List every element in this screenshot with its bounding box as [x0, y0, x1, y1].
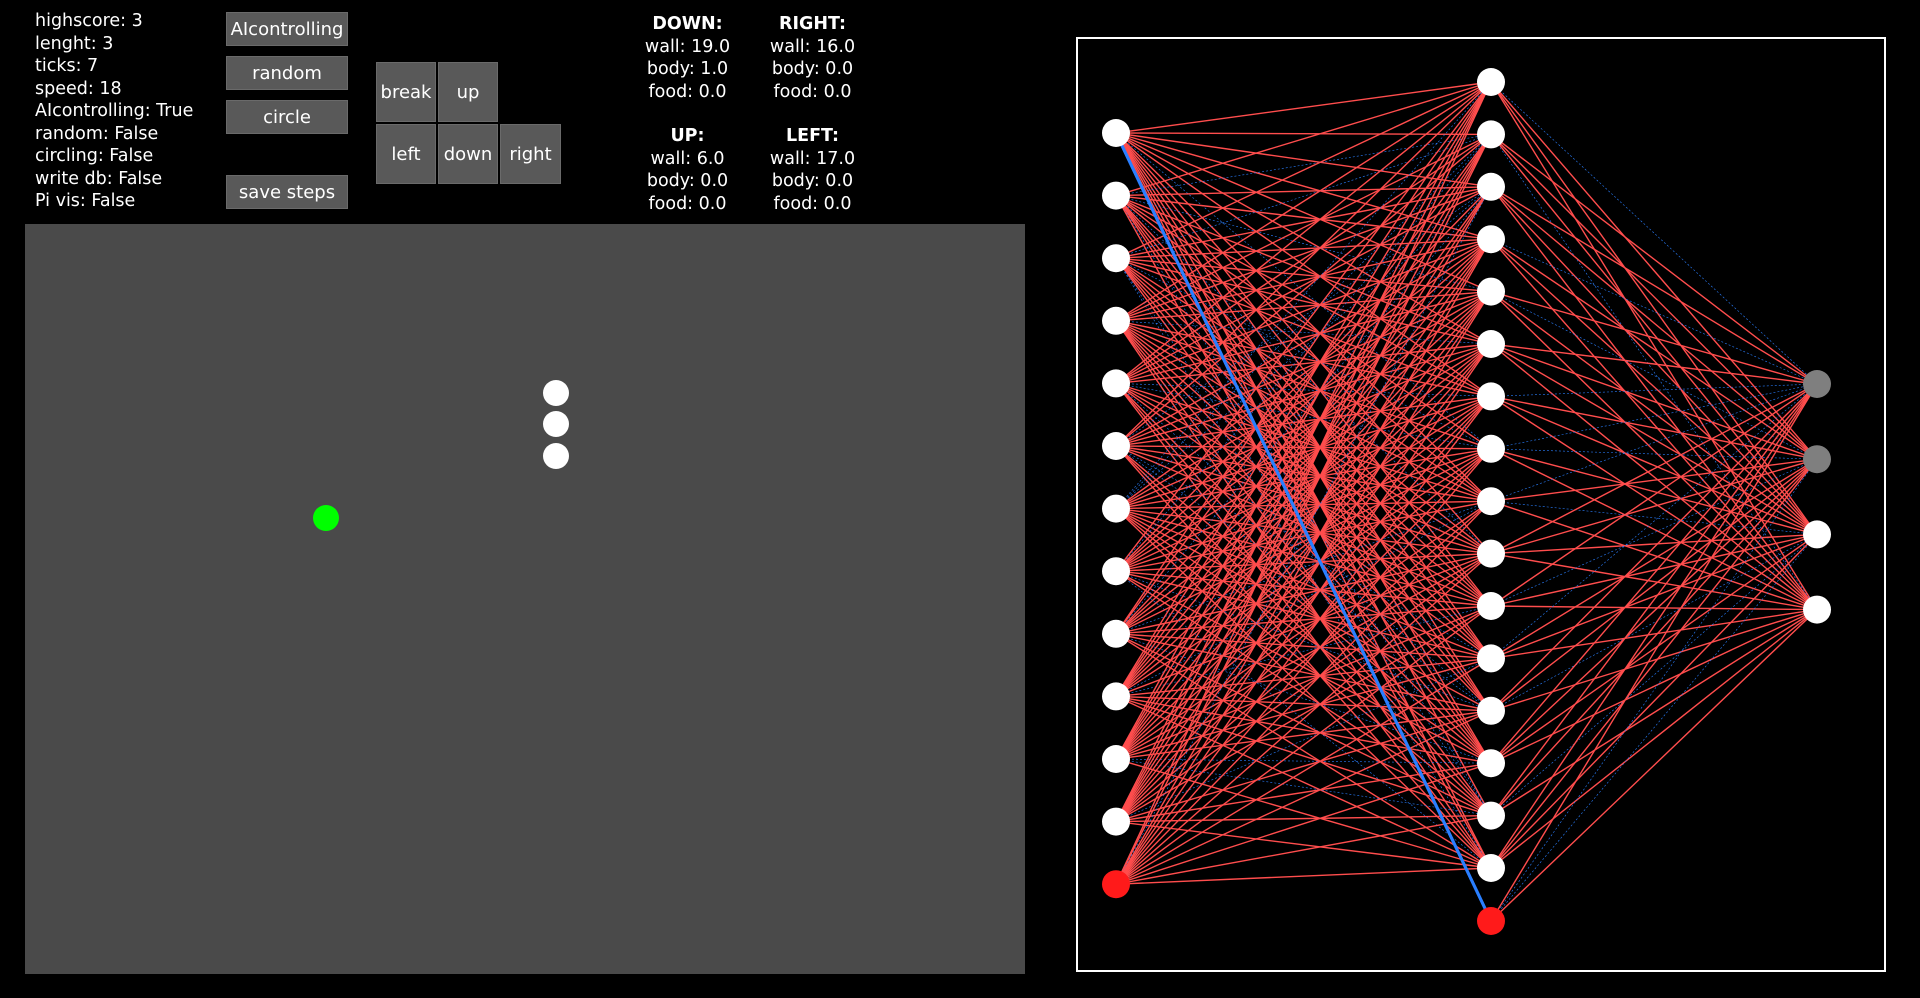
neuron — [1102, 244, 1130, 273]
positive-weight-edge — [1115, 81, 1492, 134]
positive-weight-edge — [1490, 383, 1818, 922]
neuron — [1477, 382, 1505, 411]
neuron — [1102, 682, 1130, 711]
negative-weight-edge — [1490, 534, 1818, 712]
positive-weight-edge — [1490, 238, 1818, 535]
positive-weight-edge — [1115, 132, 1492, 240]
neuron — [1477, 696, 1505, 725]
neuron — [1477, 749, 1505, 778]
positive-weight-edge — [1490, 383, 1818, 712]
neuron — [1477, 434, 1505, 463]
output-neuron — [1803, 445, 1831, 474]
output-neuron — [1803, 370, 1831, 398]
neuron — [1102, 807, 1130, 836]
neuron — [1477, 644, 1505, 673]
neuron — [1102, 181, 1130, 210]
positive-weight-edge — [1490, 133, 1818, 535]
positive-weight-edge — [1490, 458, 1818, 869]
positive-weight-edge — [1490, 186, 1818, 611]
neuron — [1477, 592, 1505, 620]
positive-weight-edge — [1490, 458, 1818, 764]
positive-weight-edge — [1115, 132, 1492, 136]
positive-weight-edge — [1490, 81, 1818, 535]
bias-neuron — [1477, 907, 1505, 935]
positive-weight-edge — [1490, 383, 1818, 817]
network-connections — [1114, 81, 1818, 922]
positive-weight-edge — [1115, 867, 1492, 885]
neuron — [1102, 619, 1130, 648]
positive-weight-edge — [1490, 290, 1818, 385]
neuron — [1477, 277, 1505, 306]
neuron — [1477, 68, 1505, 96]
positive-weight-edge — [1490, 383, 1818, 764]
neuron — [1102, 557, 1130, 586]
neuron — [1477, 225, 1505, 254]
positive-weight-edge — [1490, 609, 1818, 922]
positive-weight-edge — [1490, 605, 1818, 611]
positive-weight-edge — [1115, 81, 1492, 822]
positive-weight-edge — [1490, 238, 1818, 460]
positive-weight-edge — [1490, 133, 1818, 460]
negative-weight-edge — [1490, 291, 1818, 460]
positive-weight-edge — [1490, 458, 1818, 817]
positive-weight-edge — [1115, 633, 1492, 660]
neuron — [1102, 432, 1130, 460]
output-neuron — [1803, 595, 1831, 624]
neuron — [1477, 539, 1505, 568]
neuron — [1477, 172, 1505, 201]
neuron — [1102, 119, 1130, 147]
positive-weight-edge — [1115, 81, 1492, 259]
output-neuron — [1803, 520, 1831, 549]
positive-weight-edge — [1490, 458, 1818, 659]
neuron — [1477, 330, 1505, 358]
positive-weight-edge — [1490, 383, 1818, 869]
neuron — [1102, 306, 1130, 335]
positive-weight-edge — [1490, 81, 1818, 460]
positive-weight-edge — [1115, 133, 1492, 447]
neuron — [1477, 801, 1505, 830]
positive-weight-edge — [1490, 238, 1818, 611]
positive-weight-edge — [1490, 608, 1818, 764]
neuron — [1102, 494, 1130, 523]
positive-weight-edge — [1490, 186, 1818, 385]
negative-weight-edge — [1490, 238, 1818, 385]
neuron — [1477, 854, 1505, 882]
positive-weight-edge — [1490, 533, 1818, 555]
positive-weight-edge — [1490, 291, 1818, 535]
neuron — [1102, 369, 1130, 398]
negative-weight-edge — [1490, 534, 1818, 816]
neuron — [1102, 745, 1130, 773]
network-visualization — [1102, 68, 1831, 935]
negative-weight-edge — [1490, 534, 1818, 922]
positive-weight-edge — [1115, 820, 1492, 869]
positive-weight-edge — [1490, 500, 1818, 611]
bias-neuron — [1102, 870, 1130, 899]
neuron — [1477, 120, 1505, 149]
positive-weight-edge — [1490, 186, 1818, 460]
neuron — [1477, 487, 1505, 516]
